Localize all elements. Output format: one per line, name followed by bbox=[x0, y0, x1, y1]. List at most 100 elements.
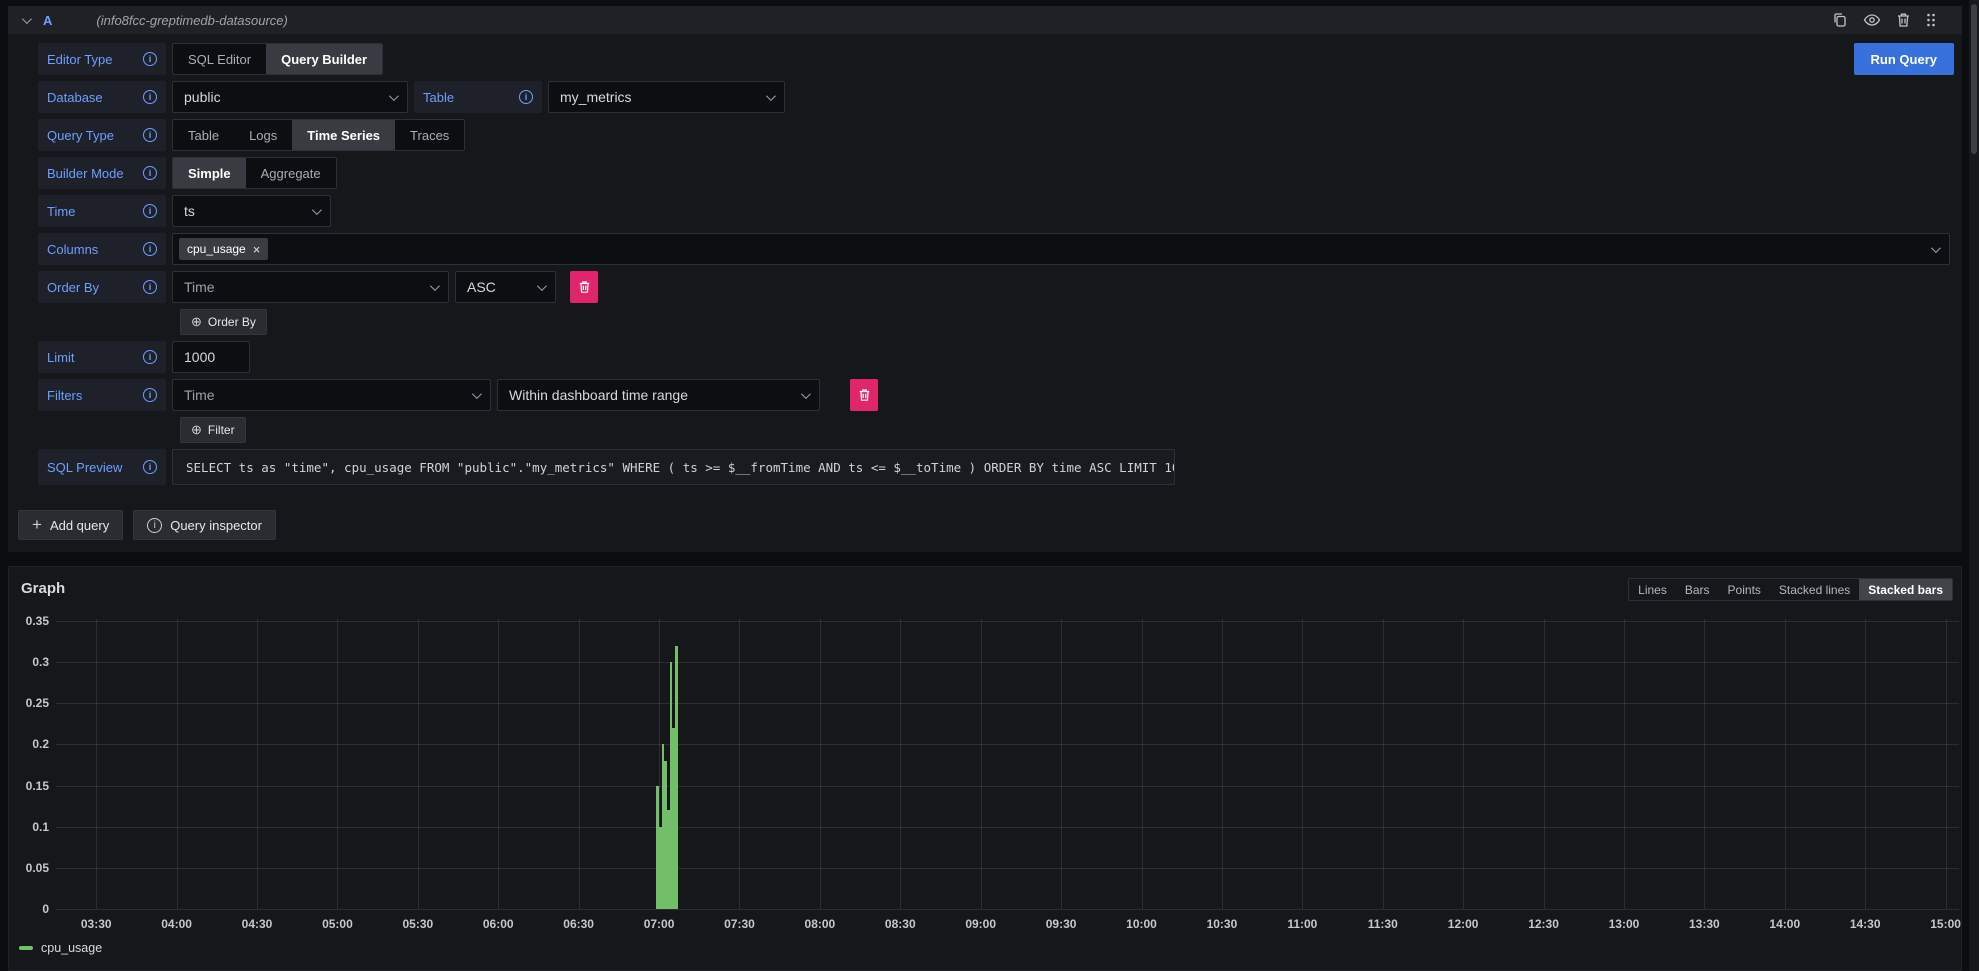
info-icon[interactable]: i bbox=[143, 128, 157, 142]
add-query-button[interactable]: + Add query bbox=[18, 510, 123, 540]
x-tick-label: 08:30 bbox=[885, 917, 916, 931]
legend-dash-icon bbox=[19, 946, 33, 950]
x-tick-label: 11:00 bbox=[1287, 917, 1317, 931]
collapse-chevron-down-icon[interactable] bbox=[22, 14, 32, 24]
chevron-down-icon bbox=[389, 91, 399, 101]
label-text: Table bbox=[423, 90, 454, 105]
limit-input[interactable] bbox=[172, 341, 250, 373]
gridline-vertical bbox=[337, 619, 338, 909]
delete-order-by-button[interactable] bbox=[570, 271, 598, 303]
time-column-select[interactable]: ts bbox=[172, 195, 331, 227]
order-by-column-select[interactable]: Time bbox=[172, 271, 449, 303]
info-icon[interactable]: i bbox=[143, 460, 157, 474]
info-icon[interactable]: i bbox=[143, 350, 157, 364]
info-icon[interactable]: i bbox=[143, 166, 157, 180]
draw-mode-tabs-option-points[interactable]: Points bbox=[1719, 579, 1770, 600]
sql-preview-label: SQL Preview i bbox=[38, 449, 166, 485]
add-order-by-button[interactable]: ⊕ Order By bbox=[180, 309, 267, 335]
gridline-horizontal bbox=[56, 621, 1959, 622]
database-select[interactable]: public bbox=[172, 81, 408, 113]
x-tick-label: 11:30 bbox=[1368, 917, 1398, 931]
gridline-horizontal bbox=[56, 827, 1959, 828]
y-tick-label: 0.1 bbox=[32, 820, 49, 834]
editor-type-row: Editor Type i SQL EditorQuery Builder bbox=[38, 43, 383, 75]
columns-multiselect[interactable]: cpu_usage × bbox=[172, 233, 1950, 265]
remove-tag-icon[interactable]: × bbox=[253, 243, 261, 256]
gridline-vertical bbox=[900, 619, 901, 909]
draw-mode-tabs-option-stacked-lines[interactable]: Stacked lines bbox=[1770, 579, 1859, 600]
draw-mode-tabs-option-lines[interactable]: Lines bbox=[1629, 579, 1676, 600]
toggle-visibility-eye-icon[interactable] bbox=[1863, 12, 1881, 28]
y-tick-label: 0.15 bbox=[26, 779, 49, 793]
query-type-tabs-option-logs[interactable]: Logs bbox=[234, 120, 292, 150]
delete-filter-button[interactable] bbox=[850, 379, 878, 411]
info-icon[interactable]: i bbox=[143, 280, 157, 294]
info-icon[interactable]: i bbox=[143, 242, 157, 256]
gridline-vertical bbox=[1544, 619, 1545, 909]
column-tag-cpu-usage[interactable]: cpu_usage × bbox=[179, 238, 268, 260]
query-header[interactable]: A (info8fcc-greptimedb-datasource) bbox=[8, 6, 1962, 34]
label-text: SQL Preview bbox=[47, 460, 122, 475]
add-filter-button[interactable]: ⊕ Filter bbox=[180, 417, 246, 443]
info-icon[interactable]: i bbox=[519, 90, 533, 104]
order-by-row: Order By i Time ASC bbox=[38, 271, 598, 303]
y-axis-labels: 00.050.10.150.20.250.30.35 bbox=[9, 609, 49, 909]
table-select[interactable]: my_metrics bbox=[548, 81, 785, 113]
editor-type-label: Editor Type i bbox=[38, 43, 166, 75]
x-tick-label: 08:00 bbox=[805, 917, 836, 931]
delete-query-trash-icon[interactable] bbox=[1896, 12, 1911, 28]
limit-label: Limit i bbox=[38, 341, 166, 373]
filter-condition-select[interactable]: Within dashboard time range bbox=[497, 379, 820, 411]
info-icon[interactable]: i bbox=[143, 388, 157, 402]
sql-preview-box: SELECT ts as "time", cpu_usage FROM "pub… bbox=[172, 449, 1175, 485]
columns-row: Columns i cpu_usage × bbox=[38, 233, 1950, 265]
builder-mode-tabs-option-aggregate[interactable]: Aggregate bbox=[246, 158, 336, 188]
chevron-down-icon bbox=[801, 389, 811, 399]
query-type-tabs-option-traces[interactable]: Traces bbox=[395, 120, 464, 150]
x-tick-label: 07:30 bbox=[724, 917, 755, 931]
x-tick-label: 12:00 bbox=[1448, 917, 1479, 931]
duplicate-query-icon[interactable] bbox=[1832, 12, 1848, 28]
x-tick-label: 14:00 bbox=[1769, 917, 1800, 931]
info-icon[interactable]: i bbox=[143, 52, 157, 66]
button-label: Filter bbox=[208, 423, 235, 437]
button-label: Add query bbox=[50, 518, 109, 533]
gridline-vertical bbox=[498, 619, 499, 909]
legend-item-cpu_usage[interactable]: cpu_usage bbox=[19, 941, 102, 955]
query-type-tabs-option-time-series[interactable]: Time Series bbox=[292, 120, 395, 150]
scrollbar[interactable] bbox=[1969, 0, 1979, 971]
query-type-label: Query Type i bbox=[38, 119, 166, 151]
filter-condition-value: Within dashboard time range bbox=[509, 387, 688, 403]
info-icon[interactable]: i bbox=[143, 90, 157, 104]
query-type-tabs-option-table[interactable]: Table bbox=[173, 120, 234, 150]
add-order-by-row: ⊕ Order By bbox=[38, 309, 267, 335]
limit-row: Limit i bbox=[38, 341, 250, 373]
draw-mode-tabs-option-bars[interactable]: Bars bbox=[1676, 579, 1719, 600]
scrollbar-thumb[interactable] bbox=[1971, 4, 1977, 154]
gridline-vertical bbox=[177, 619, 178, 909]
query-inspector-button[interactable]: i Query inspector bbox=[133, 510, 276, 540]
x-axis-labels: 03:3004:0004:3005:0005:3006:0006:3007:00… bbox=[56, 917, 1959, 933]
label-text: Columns bbox=[47, 242, 98, 257]
editor-type-tabs-option-query-builder[interactable]: Query Builder bbox=[266, 44, 382, 74]
builder-mode-row: Builder Mode i SimpleAggregate bbox=[38, 157, 337, 189]
draw-mode-tabs-option-stacked-bars[interactable]: Stacked bars bbox=[1859, 579, 1952, 600]
filter-column-select[interactable]: Time bbox=[172, 379, 491, 411]
y-tick-label: 0.2 bbox=[32, 737, 49, 751]
database-value: public bbox=[184, 89, 221, 105]
chart-legend: cpu_usage bbox=[19, 941, 102, 955]
order-by-direction-select[interactable]: ASC bbox=[455, 271, 556, 303]
info-icon[interactable]: i bbox=[143, 204, 157, 218]
query-ref: A bbox=[43, 13, 52, 28]
query-type-row: Query Type i TableLogsTime SeriesTraces bbox=[38, 119, 465, 151]
drag-handle-icon[interactable] bbox=[1926, 12, 1936, 28]
chart-plot-area[interactable] bbox=[56, 609, 1959, 909]
draw-mode-tabs: LinesBarsPointsStacked linesStacked bars bbox=[1628, 578, 1953, 601]
builder-mode-tabs: SimpleAggregate bbox=[172, 157, 337, 189]
x-tick-label: 06:00 bbox=[483, 917, 514, 931]
x-tick-label: 10:30 bbox=[1207, 917, 1238, 931]
gridline-horizontal bbox=[56, 703, 1959, 704]
editor-type-tabs-option-sql-editor[interactable]: SQL Editor bbox=[173, 44, 266, 74]
builder-mode-tabs-option-simple[interactable]: Simple bbox=[173, 158, 246, 188]
chevron-down-icon bbox=[312, 205, 322, 215]
